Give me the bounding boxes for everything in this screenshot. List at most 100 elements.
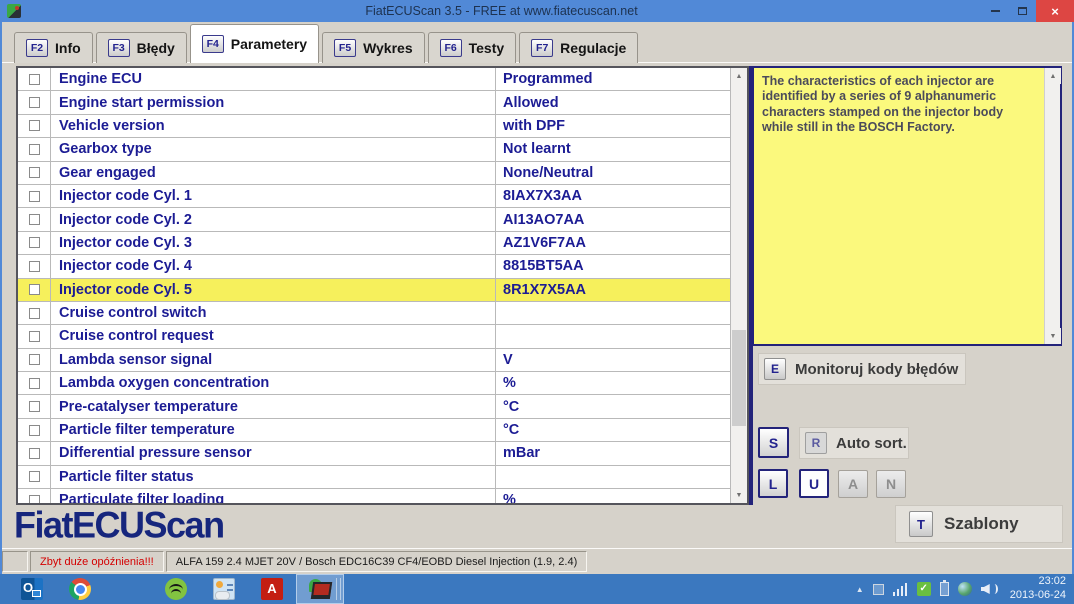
table-row[interactable]: Engine start permissionAllowed	[18, 91, 730, 114]
row-checkbox[interactable]	[29, 401, 40, 412]
tab-parametery[interactable]: F4Parametery	[190, 24, 319, 63]
parameter-value: Allowed	[496, 91, 730, 113]
battery-icon[interactable]	[940, 582, 949, 596]
taskbar-chrome-button[interactable]	[56, 574, 104, 604]
close-button[interactable]: ×	[1036, 0, 1074, 22]
signal-icon[interactable]	[893, 582, 908, 596]
status-cell-empty	[2, 551, 28, 572]
auto-sort-button[interactable]: R Auto sort.	[799, 427, 909, 459]
l-key-button[interactable]: L	[758, 469, 788, 498]
taskbar-acrobat-reader-button[interactable]	[248, 574, 296, 604]
scroll-up-icon[interactable]: ▲	[731, 68, 747, 84]
parameter-name: Differential pressure sensor	[51, 442, 496, 464]
parameter-value: %	[496, 489, 730, 503]
u-key-button[interactable]: U	[799, 469, 829, 498]
table-row[interactable]: Particle filter status	[18, 466, 730, 489]
scrollbar-thumb[interactable]	[732, 330, 746, 426]
row-checkbox[interactable]	[29, 120, 40, 131]
tab-info[interactable]: F2Info	[14, 32, 93, 63]
table-row[interactable]: Injector code Cyl. 18IAX7X3AA	[18, 185, 730, 208]
status-vehicle-info: ALFA 159 2.4 MJET 20V / Bosch EDC16C39 C…	[166, 551, 588, 572]
taskbar-clock[interactable]: 23:02 2013-06-24	[1006, 575, 1066, 603]
row-checkbox[interactable]	[29, 167, 40, 178]
row-checkbox-cell	[18, 162, 51, 184]
app-window-icon[interactable]	[873, 584, 884, 595]
table-row[interactable]: Vehicle versionwith DPF	[18, 115, 730, 138]
taskbar-spotify-button[interactable]	[152, 574, 200, 604]
network-icon[interactable]	[958, 582, 972, 596]
table-row[interactable]: Particle filter temperature°C	[18, 419, 730, 442]
row-checkbox[interactable]	[29, 261, 40, 272]
row-checkbox[interactable]	[29, 425, 40, 436]
row-checkbox[interactable]	[29, 495, 40, 503]
table-row[interactable]: Particulate filter loading%	[18, 489, 730, 503]
row-checkbox[interactable]	[29, 378, 40, 389]
row-checkbox[interactable]	[29, 354, 40, 365]
row-checkbox[interactable]	[29, 284, 40, 295]
tab-label: Wykres	[363, 40, 413, 56]
table-row[interactable]: Gearbox typeNot learnt	[18, 138, 730, 161]
parameter-value: Programmed	[496, 68, 730, 90]
scroll-down-icon[interactable]: ▼	[731, 487, 747, 503]
maximize-button[interactable]	[1009, 0, 1036, 22]
table-row[interactable]: Engine ECUProgrammed	[18, 68, 730, 91]
row-checkbox[interactable]	[29, 191, 40, 202]
minimize-button[interactable]	[982, 0, 1009, 22]
row-checkbox[interactable]	[29, 237, 40, 248]
row-checkbox-cell	[18, 372, 51, 394]
templates-button[interactable]: T Szablony	[895, 505, 1063, 543]
row-checkbox[interactable]	[29, 448, 40, 459]
row-checkbox[interactable]	[29, 331, 40, 342]
table-row[interactable]: Injector code Cyl. 48815BT5AA	[18, 255, 730, 278]
row-checkbox[interactable]	[29, 144, 40, 155]
table-row[interactable]: Lambda sensor signalV	[18, 349, 730, 372]
info-box-scrollbar[interactable]: ▲ ▼	[1044, 68, 1060, 344]
tab-wykres[interactable]: F5Wykres	[322, 32, 425, 63]
table-row[interactable]: Cruise control request	[18, 325, 730, 348]
n-key-button[interactable]: N	[876, 470, 906, 498]
tab-regulacje[interactable]: F7Regulacje	[519, 32, 638, 63]
sort-button[interactable]: S	[758, 427, 789, 458]
row-checkbox[interactable]	[29, 74, 40, 85]
taskbar-fiatecuscan-button[interactable]	[296, 574, 344, 604]
monitor-error-codes-button[interactable]: E Monitoruj kody błędów	[758, 353, 966, 385]
table-row[interactable]: Cruise control switch	[18, 302, 730, 325]
row-checkbox[interactable]	[29, 214, 40, 225]
a-key-button[interactable]: A	[838, 470, 868, 498]
scroll-down-icon[interactable]: ▼	[1045, 328, 1061, 344]
volume-icon[interactable]	[981, 582, 997, 596]
taskbar-floppy-save-button[interactable]	[104, 574, 152, 604]
row-checkbox-cell	[18, 185, 51, 207]
table-row[interactable]: Differential pressure sensormBar	[18, 442, 730, 465]
parameter-name: Particle filter temperature	[51, 419, 496, 441]
scroll-up-icon[interactable]: ▲	[1045, 68, 1061, 84]
table-row[interactable]: Injector code Cyl. 58R1X7X5AA	[18, 279, 730, 302]
parameter-value: 8IAX7X3AA	[496, 185, 730, 207]
table-scrollbar[interactable]: ▲ ▼	[730, 68, 747, 503]
parameter-value: None/Neutral	[496, 162, 730, 184]
show-hidden-icon[interactable]: ▲	[856, 585, 864, 594]
table-row[interactable]: Pre-catalyser temperature°C	[18, 395, 730, 418]
parameter-name: Engine start permission	[51, 91, 496, 113]
tab-błędy[interactable]: F3Błędy	[96, 32, 187, 63]
tab-testy[interactable]: F6Testy	[428, 32, 517, 63]
table-row[interactable]: Gear engagedNone/Neutral	[18, 162, 730, 185]
row-checkbox[interactable]	[29, 97, 40, 108]
table-row[interactable]: Injector code Cyl. 3AZ1V6F7AA	[18, 232, 730, 255]
parameter-name: Injector code Cyl. 1	[51, 185, 496, 207]
table-row[interactable]: Injector code Cyl. 2AI13AO7AA	[18, 208, 730, 231]
row-checkbox[interactable]	[29, 308, 40, 319]
taskbar-outlook-button[interactable]	[8, 574, 56, 604]
parameter-name: Cruise control request	[51, 325, 496, 347]
row-checkbox[interactable]	[29, 471, 40, 482]
table-row[interactable]: Lambda oxygen concentration%	[18, 372, 730, 395]
taskbar-display-settings-button[interactable]	[200, 574, 248, 604]
row-checkbox-cell	[18, 395, 51, 417]
messenger-check-icon[interactable]	[917, 582, 931, 596]
parameter-name: Gearbox type	[51, 138, 496, 160]
parameter-value	[496, 325, 730, 347]
floppy-save-icon	[117, 578, 139, 600]
t-key-badge: T	[909, 511, 933, 537]
fiatecuscan-app-icon	[7, 4, 21, 18]
status-warning: Zbyt duże opóźnienia!!!	[30, 551, 164, 572]
